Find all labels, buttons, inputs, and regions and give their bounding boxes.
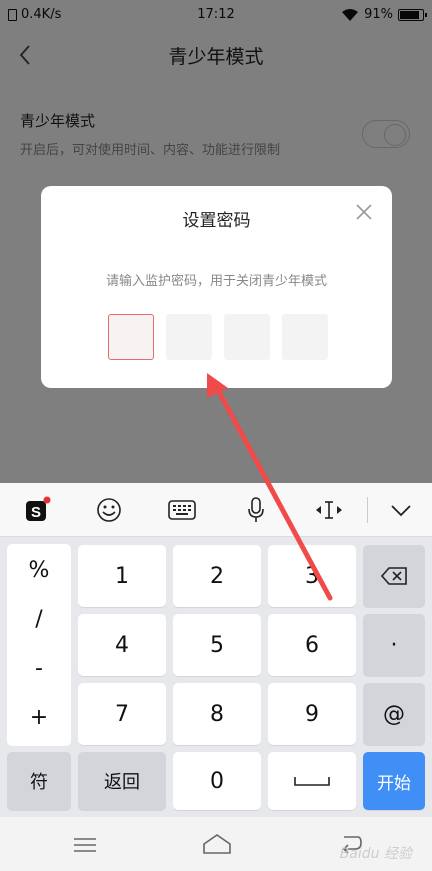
dot-key[interactable]: · (363, 614, 425, 676)
key-9[interactable]: 9 (268, 683, 356, 745)
symbol-key-plus[interactable]: + (7, 705, 71, 730)
backspace-key[interactable] (363, 545, 425, 607)
password-dialog: 设置密码 请输入监护密码，用于关闭青少年模式 (41, 186, 392, 388)
emoji-icon[interactable] (94, 495, 124, 525)
pin-box-2[interactable] (166, 314, 212, 360)
cursor-move-icon[interactable] (314, 495, 344, 525)
collapse-chevron-icon[interactable] (386, 495, 416, 525)
backspace-icon (380, 567, 407, 585)
key-1[interactable]: 1 (78, 545, 166, 607)
pin-box-3[interactable] (224, 314, 270, 360)
baidu-watermark: Baidu 经验 (339, 846, 412, 862)
menu-icon[interactable] (74, 837, 96, 853)
key-2[interactable]: 2 (173, 545, 261, 607)
dialog-hint: 请输入监护密码，用于关闭青少年模式 (105, 274, 327, 289)
close-icon[interactable] (354, 202, 374, 222)
keyboard-toolbar: S (0, 483, 432, 537)
key-8[interactable]: 8 (173, 683, 261, 745)
pin-box-4[interactable] (282, 314, 328, 360)
space-key[interactable] (268, 752, 356, 810)
symbol-column: % / - + (7, 544, 71, 746)
space-icon (294, 777, 330, 786)
key-4[interactable]: 4 (78, 614, 166, 676)
pin-box-1[interactable] (108, 314, 154, 360)
keyboard-switch-icon[interactable] (167, 495, 197, 525)
key-0[interactable]: 0 (173, 752, 261, 810)
symbol-mode-key[interactable]: 符 (7, 752, 71, 810)
symbol-key-percent[interactable]: % (7, 558, 71, 583)
system-nav-bar: Baidu 经验 (0, 817, 432, 871)
dialog-title: 设置密码 (182, 211, 251, 231)
back-key[interactable]: 返回 (78, 752, 166, 810)
key-5[interactable]: 5 (173, 614, 261, 676)
svg-text:S: S (31, 504, 41, 521)
enter-key[interactable]: 开始 (363, 752, 425, 810)
key-6[interactable]: 6 (268, 614, 356, 676)
key-7[interactable]: 7 (78, 683, 166, 745)
symbol-key-minus[interactable]: - (7, 656, 71, 681)
at-key[interactable]: @ (363, 683, 425, 745)
pin-input-row (108, 314, 328, 360)
home-icon[interactable] (202, 833, 232, 855)
symbol-key-slash[interactable]: / (7, 607, 71, 632)
microphone-icon[interactable] (241, 495, 271, 525)
toolbar-divider (367, 497, 368, 523)
soft-keyboard: S % / - + 1 2 3 4 5 6 · 7 8 9 @ 符 返回 0 开… (0, 483, 432, 871)
key-3[interactable]: 3 (268, 545, 356, 607)
sogou-logo-icon[interactable]: S (22, 495, 52, 525)
